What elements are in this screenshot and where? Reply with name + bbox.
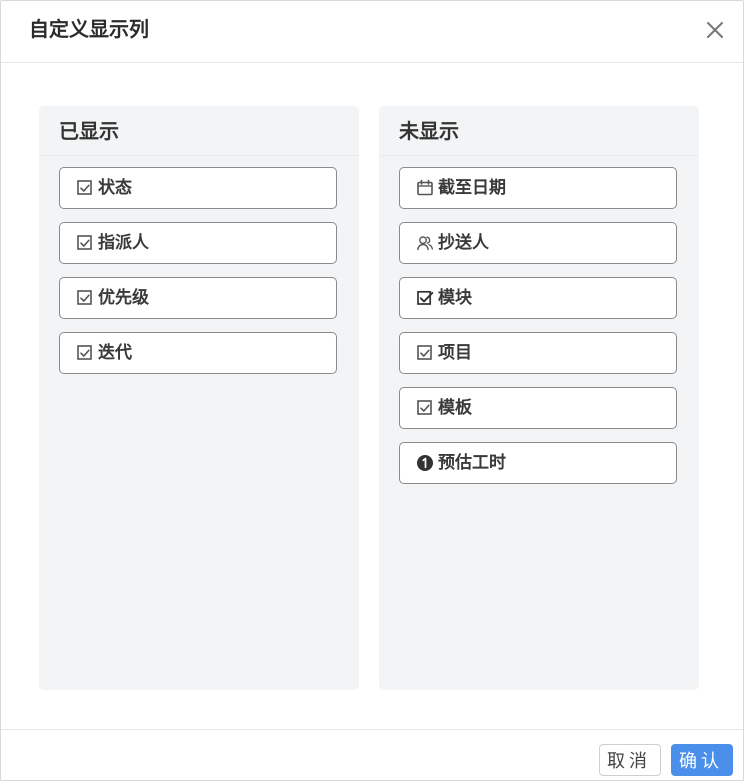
checkbox-icon: [416, 344, 434, 362]
column-label: 截至日期: [438, 178, 506, 198]
column-label: 迭代: [98, 343, 132, 363]
close-icon[interactable]: [703, 18, 727, 42]
calendar-icon: [416, 179, 434, 197]
hidden-column-item-deadline[interactable]: 截至日期: [399, 167, 677, 209]
hidden-columns-panel: 未显示 截至日期 抄送人 模块 项目 模板 预估工时: [379, 106, 699, 690]
shown-columns-title: 已显示: [39, 106, 359, 156]
dialog-header: 自定义显示列: [1, 1, 743, 63]
shown-column-item-iteration[interactable]: 迭代: [59, 332, 337, 374]
confirm-button[interactable]: 确认: [671, 744, 733, 776]
hidden-column-item-cc[interactable]: 抄送人: [399, 222, 677, 264]
checkbox-icon: [416, 399, 434, 417]
number-one-icon: [416, 454, 434, 472]
hidden-column-item-project[interactable]: 项目: [399, 332, 677, 374]
shown-column-item-priority[interactable]: 优先级: [59, 277, 337, 319]
users-icon: [416, 234, 434, 252]
cancel-button[interactable]: 取消: [599, 744, 661, 776]
dialog-title: 自定义显示列: [29, 17, 149, 41]
hidden-columns-title: 未显示: [379, 106, 699, 156]
column-label: 状态: [98, 178, 132, 198]
checkbox-icon: [76, 234, 94, 252]
checkbox-icon: [76, 179, 94, 197]
column-label: 优先级: [98, 288, 149, 308]
hidden-columns-list: 截至日期 抄送人 模块 项目 模板 预估工时: [399, 167, 679, 497]
shown-columns-list: 状态 指派人 优先级 迭代: [59, 167, 339, 387]
custom-columns-dialog: 自定义显示列 已显示 状态 指派人 优先级 迭代 未显示 截至日期 抄送人 模块…: [0, 0, 744, 781]
column-label: 抄送人: [438, 233, 489, 253]
hidden-column-item-module[interactable]: 模块: [399, 277, 677, 319]
column-label: 预估工时: [438, 453, 506, 473]
dialog-footer: 取消 确认: [1, 729, 743, 780]
column-label: 指派人: [98, 233, 149, 253]
shown-columns-panel: 已显示 状态 指派人 优先级 迭代: [39, 106, 359, 690]
shown-column-item-assignee[interactable]: 指派人: [59, 222, 337, 264]
column-label: 模板: [438, 398, 472, 418]
column-label: 项目: [438, 343, 472, 363]
checkbox-icon: [76, 289, 94, 307]
shown-column-item-status[interactable]: 状态: [59, 167, 337, 209]
hidden-column-item-template[interactable]: 模板: [399, 387, 677, 429]
checkbox-icon: [76, 344, 94, 362]
hidden-column-item-estimated-hours[interactable]: 预估工时: [399, 442, 677, 484]
dialog-content: 已显示 状态 指派人 优先级 迭代 未显示 截至日期 抄送人 模块 项目 模板 …: [1, 63, 743, 729]
column-label: 模块: [438, 288, 472, 308]
checkbox-checked-icon: [416, 289, 434, 307]
